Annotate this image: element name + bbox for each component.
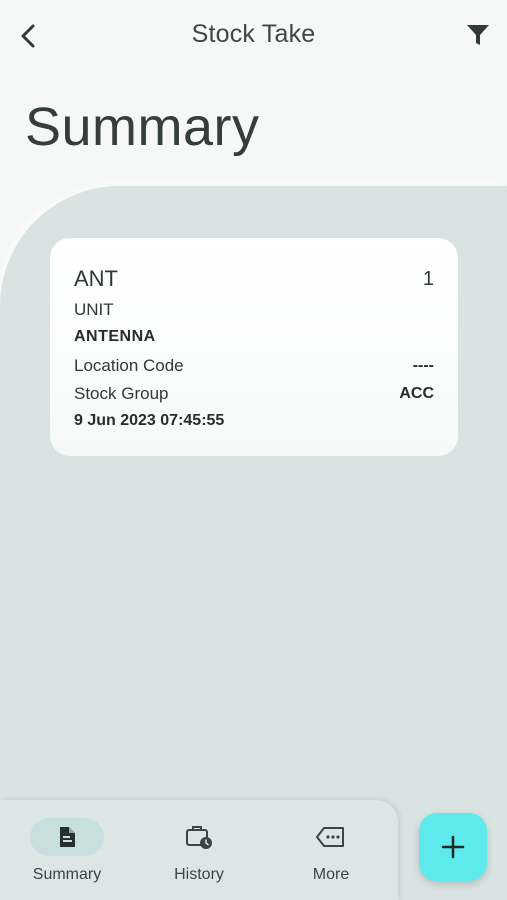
header-title: Stock Take <box>191 20 316 48</box>
item-timestamp: 9 Jun 2023 07:45:55 <box>74 412 225 429</box>
briefcase-clock-icon <box>186 826 212 849</box>
item-code: ANT <box>74 266 118 291</box>
location-label: Location Code <box>74 356 184 375</box>
stock-group-value: ACC <box>399 385 434 402</box>
bottom-nav: Summary History More <box>0 800 398 900</box>
filter-button[interactable] <box>463 20 493 50</box>
add-item-button[interactable] <box>419 813 487 881</box>
document-icon <box>60 827 75 847</box>
nav-label-history: History <box>174 866 224 883</box>
nav-icon-wrap-more <box>294 818 368 856</box>
nav-item-more[interactable]: More <box>276 818 386 890</box>
nav-item-history[interactable]: History <box>144 818 254 890</box>
location-value: ---- <box>412 357 434 374</box>
stock-group-label: Stock Group <box>74 384 169 403</box>
page-title: Summary <box>25 97 260 157</box>
nav-icon-wrap-history <box>162 818 236 856</box>
nav-label-summary: Summary <box>32 866 102 883</box>
plus-icon <box>441 835 465 859</box>
stock-item-card[interactable]: ANT 1 UNIT ANTENNA Location Code ---- St… <box>50 238 458 456</box>
filter-icon <box>467 25 489 45</box>
nav-item-summary[interactable]: Summary <box>12 818 122 890</box>
app-header: Stock Take <box>0 0 507 72</box>
nav-label-more: More <box>312 866 350 883</box>
item-quantity: 1 <box>422 267 434 290</box>
location-row: Location Code ---- <box>74 356 434 376</box>
item-unit: UNIT <box>74 300 114 319</box>
more-tag-icon <box>316 827 344 847</box>
card-header-row: ANT 1 <box>74 266 434 292</box>
stock-group-row: Stock Group ACC <box>74 384 434 404</box>
nav-active-pill <box>30 818 104 856</box>
item-description: ANTENNA <box>74 328 156 345</box>
